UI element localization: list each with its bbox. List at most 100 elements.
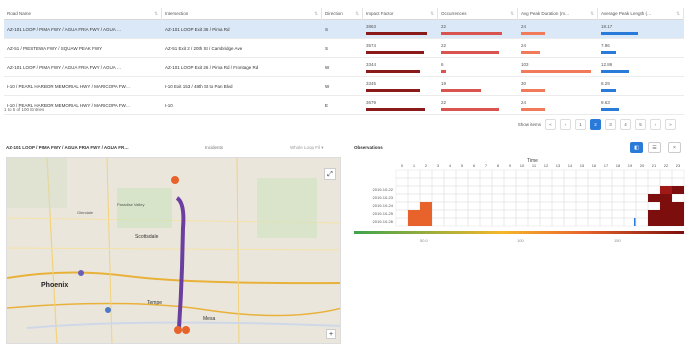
heatmap-grid-cell	[491, 177, 505, 187]
heatmap-cell[interactable]	[660, 218, 672, 226]
column-header[interactable]: Road Name ⇅	[4, 7, 162, 20]
page-button[interactable]: 4	[620, 119, 631, 130]
sort-icon[interactable]: ⇅	[314, 8, 318, 20]
heatmap-cell[interactable]	[408, 218, 420, 226]
table-cell: 3345	[363, 77, 438, 96]
heatmap-grid-cell	[539, 185, 553, 195]
date-tick-label: 2019-10-23	[373, 195, 394, 200]
sort-icon[interactable]: ⇅	[510, 8, 514, 20]
heatmap-cell[interactable]	[420, 202, 432, 210]
heatmap-cell[interactable]	[420, 210, 432, 218]
first-page-button[interactable]: «	[545, 119, 556, 130]
heatmap-cell[interactable]	[660, 202, 672, 210]
sort-icon[interactable]: ⇅	[154, 8, 158, 20]
heatmap-grid-cell	[611, 209, 625, 219]
table-row[interactable]: I-10 / PEARL HARBOR MEMORIAL HWY / MARIC…	[4, 96, 684, 115]
cell-text: 22	[441, 42, 447, 48]
map-view-button[interactable]: ◧	[630, 142, 643, 153]
table-row[interactable]: AZ-101 LOOP / PIMA FWY / AGUA FRIA FWY /…	[4, 58, 684, 77]
heatmap-cell[interactable]	[420, 218, 432, 226]
heatmap-grid-cell	[467, 185, 481, 195]
heatmap-cell[interactable]	[648, 210, 660, 218]
heatmap-grid-cell	[551, 209, 565, 219]
map-view[interactable]: Phoenix Scottsdale Tempe Mesa Paradise V…	[6, 157, 341, 344]
prev-page-button[interactable]: ‹	[560, 119, 571, 130]
heatmap-grid-cell	[431, 217, 445, 227]
heatmap-cell[interactable]	[648, 218, 660, 226]
close-icon[interactable]: ×	[668, 142, 681, 153]
heatmap-grid-cell	[395, 201, 409, 211]
heatmap-grid-cell	[455, 177, 469, 187]
fullscreen-icon[interactable]: ⤢	[324, 168, 336, 180]
heatmap-grid-cell	[443, 169, 457, 179]
cell-text: 8.29	[601, 80, 610, 86]
sort-icon[interactable]: ⇅	[676, 8, 680, 20]
list-view-button[interactable]: ☰	[648, 142, 661, 153]
heatmap-grid-cell	[455, 209, 469, 219]
heatmap-grid-cell	[491, 209, 505, 219]
heatmap-grid-cell	[575, 209, 589, 219]
heatmap-cell[interactable]	[672, 186, 684, 194]
table-row[interactable]: AZ-51 / PIESTEWA FWY / SQUAW PEAK FWY AZ-…	[4, 39, 684, 58]
heatmap-grid-cell	[659, 169, 673, 179]
hour-tick-label: 14	[568, 163, 573, 168]
next-page-button[interactable]: ›	[650, 119, 661, 130]
table-cell: 22	[438, 39, 518, 58]
heatmap-grid-cell	[395, 169, 409, 179]
heatmap-cell[interactable]	[648, 194, 660, 202]
cell-text: AZ-101 LOOP Exit 26 / Pima Rd / Frontage…	[165, 64, 259, 70]
sort-icon[interactable]: ⇅	[355, 8, 359, 20]
column-header[interactable]: Average Peak Length (… ⇅	[598, 7, 684, 20]
zoom-in-button[interactable]: +	[326, 329, 336, 339]
column-header[interactable]: Avg Peak Duration (m… ⇅	[518, 7, 598, 20]
heatmap-cell[interactable]	[634, 218, 636, 226]
table-row[interactable]: AZ-101 LOOP / PIMA FWY / AGUA FRIA FWY /…	[4, 20, 684, 39]
sort-icon[interactable]: ⇅	[430, 8, 434, 20]
heatmap-cell[interactable]	[660, 210, 672, 218]
page-button[interactable]: 1	[575, 119, 586, 130]
heatmap-grid-cell	[467, 193, 481, 203]
hour-tick-label: 3	[437, 163, 440, 168]
page-button[interactable]: 2	[590, 119, 601, 130]
column-header[interactable]: Intersection ⇅	[162, 7, 322, 20]
city-label-paradise-valley: Paradise Valley	[117, 202, 145, 207]
page-button[interactable]: 3	[605, 119, 616, 130]
heatmap-grid-cell	[611, 201, 625, 211]
filter-select[interactable]: Whole Loop Fil ▾	[290, 145, 324, 151]
heatmap-grid-cell	[575, 169, 589, 179]
heatmap-grid-cell	[419, 193, 433, 203]
heatmap-cell[interactable]	[672, 202, 684, 210]
heatmap-grid-cell	[479, 193, 493, 203]
column-header[interactable]: Occurrences ⇅	[438, 7, 518, 20]
column-header[interactable]: Impact Factor ⇅	[363, 7, 438, 20]
table-row[interactable]: I-10 / PEARL HARBOR MEMORIAL HWY / MARIC…	[4, 77, 684, 96]
last-page-button[interactable]: »	[665, 119, 676, 130]
heatmap-grid-cell	[467, 217, 481, 227]
heatmap-grid-cell	[563, 185, 577, 195]
hour-tick-label: 18	[616, 163, 621, 168]
column-header[interactable]: Direction ⇅	[322, 7, 363, 20]
heatmap-cell[interactable]	[660, 186, 672, 194]
value-bar	[521, 31, 545, 35]
heatmap-cell[interactable]	[408, 210, 420, 218]
heatmap-cell[interactable]	[672, 210, 684, 218]
heatmap-grid-cell	[635, 169, 649, 179]
incidents-select[interactable]: Incidents	[205, 145, 223, 150]
heatmap-grid-cell	[431, 193, 445, 203]
hour-tick-label: 13	[556, 163, 561, 168]
heatmap-cell[interactable]	[660, 194, 672, 202]
value-bar	[441, 88, 481, 92]
value-bar	[601, 107, 619, 111]
heatmap-cell[interactable]	[672, 218, 684, 226]
table-cell: W	[322, 58, 363, 77]
sort-icon[interactable]: ⇅	[590, 8, 594, 20]
heatmap-grid-cell	[623, 201, 637, 211]
table-cell: 22	[438, 96, 518, 115]
heatmap-grid-cell	[407, 169, 421, 179]
heatmap-grid-cell	[575, 201, 589, 211]
heatmap-grid-cell	[467, 169, 481, 179]
hour-tick-label: 5	[461, 163, 464, 168]
table-cell: 18.17	[598, 20, 684, 39]
page-button[interactable]: 5	[635, 119, 646, 130]
table-cell: AZ-101 LOOP / PIMA FWY / AGUA FRIA FWY /…	[4, 58, 162, 77]
